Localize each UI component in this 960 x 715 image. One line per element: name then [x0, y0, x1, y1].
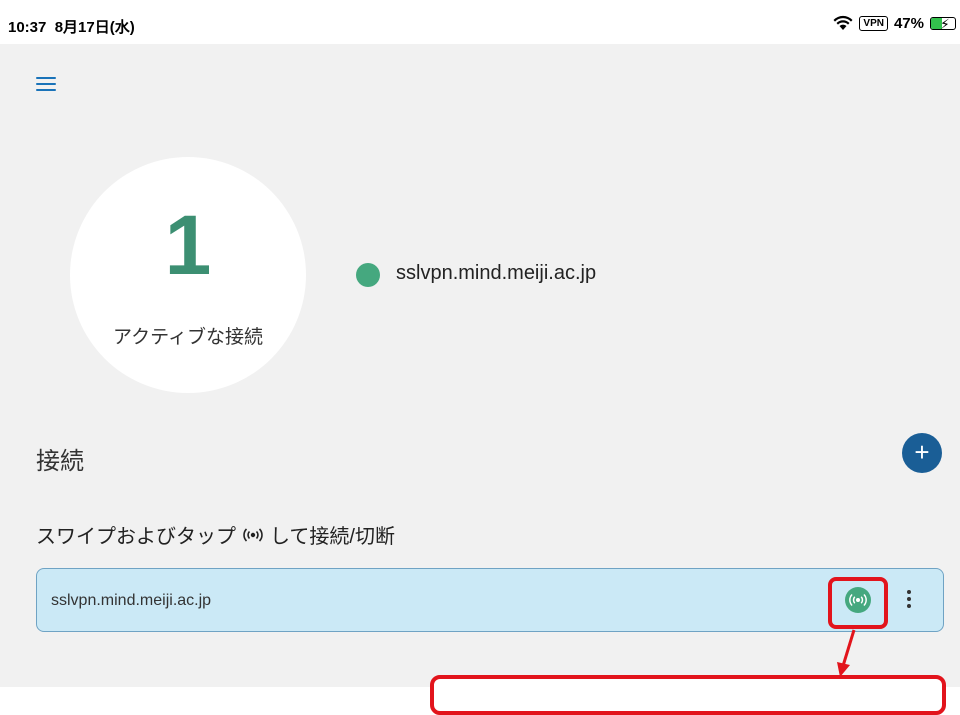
- more-vertical-icon[interactable]: [899, 587, 919, 615]
- connected-status-dot: [356, 263, 380, 287]
- active-connection-host: sslvpn.mind.meiji.ac.jp: [396, 262, 597, 284]
- connection-name: sslvpn.mind.meiji.ac.jp: [51, 592, 212, 609]
- clock: 10:37: [8, 19, 47, 36]
- vpn-badge: VPN: [859, 15, 888, 31]
- active-connections-card: 1 アクティブな接続: [70, 157, 306, 393]
- active-count-label: アクティブな接続: [113, 327, 263, 348]
- bolt-icon: ⚡: [940, 16, 950, 30]
- wifi-icon: [833, 15, 853, 30]
- add-connection-button[interactable]: +: [902, 433, 942, 473]
- active-count: 1: [164, 198, 212, 292]
- connection-row[interactable]: sslvpn.mind.meiji.ac.jp: [36, 568, 944, 632]
- connections-section-title: 接続: [36, 448, 84, 475]
- status-time: 10:37 8月17日(水): [8, 16, 135, 37]
- date: 8月17日(水): [54, 19, 135, 36]
- battery-percent: 47%: [893, 14, 924, 32]
- broadcast-icon: [243, 527, 263, 542]
- status-bar: 10:37 8月17日(水) VPN 47% ⚡: [0, 0, 960, 44]
- battery-charging-icon: ⚡: [930, 16, 956, 30]
- swipe-tap-hint: スワイプおよびタップ して接続/切断: [36, 520, 395, 549]
- hamburger-menu-icon[interactable]: [36, 77, 56, 93]
- vpn-app-screen: 10:37 8月17日(水) VPN 47% ⚡ 1 アクティブな接続 sslv…: [0, 0, 960, 715]
- annotation-highlight-box: [828, 577, 888, 629]
- status-indicators: VPN 47% ⚡: [833, 12, 956, 34]
- annotation-callout-box: [430, 675, 946, 715]
- hint-text-before: スワイプおよびタップ: [36, 526, 236, 548]
- hint-text-after: して接続/切断: [270, 526, 395, 548]
